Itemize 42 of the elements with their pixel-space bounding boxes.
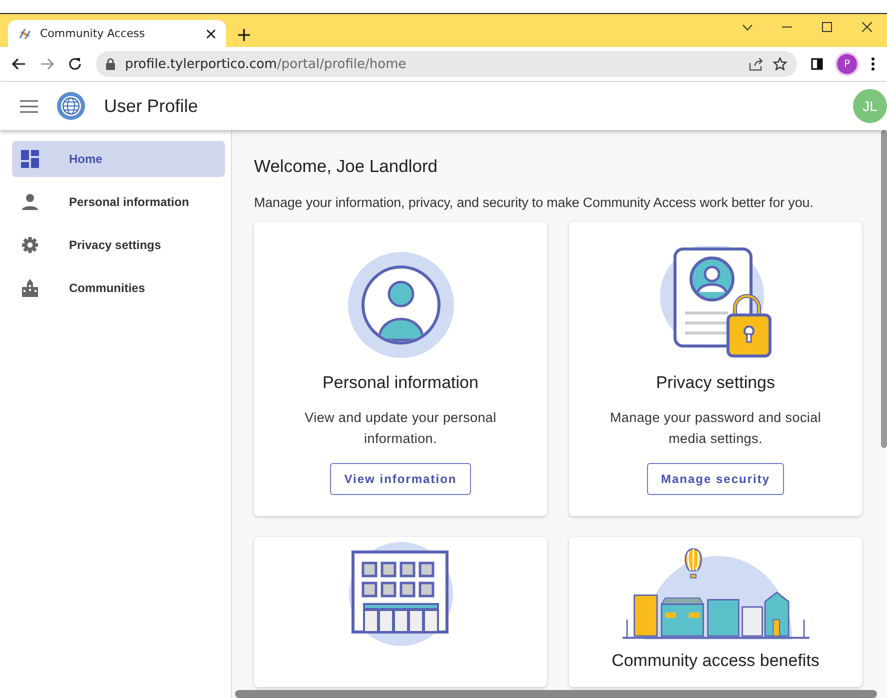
vertical-scrollbar[interactable]	[881, 130, 887, 448]
close-icon[interactable]	[862, 22, 872, 32]
lock-icon	[106, 58, 115, 70]
page-title: User Profile	[104, 96, 200, 116]
reload-icon[interactable]	[68, 57, 82, 71]
favicon-icon	[18, 26, 32, 40]
share-icon[interactable]	[749, 58, 763, 70]
back-arrow-icon[interactable]	[12, 58, 26, 70]
card-title: Privacy settings	[656, 373, 776, 393]
minimize-icon[interactable]	[782, 26, 792, 28]
plus-icon[interactable]	[238, 29, 250, 41]
dashboard-icon	[21, 150, 39, 168]
card-title: Community access benefits	[612, 651, 820, 671]
address-bar[interactable]: profile.tylerportico.com/portal/profile/home	[96, 51, 797, 77]
menu-icon[interactable]	[20, 100, 38, 112]
url-text: profile.tylerportico.com/portal/profile/home	[125, 56, 408, 72]
profile-avatar[interactable]: P	[837, 54, 857, 74]
welcome-heading: Welcome, Joe Landlord	[254, 156, 439, 177]
more-menu-icon[interactable]	[871, 57, 875, 71]
card-button[interactable]: View information	[330, 463, 471, 495]
city-icon	[21, 279, 39, 297]
card-title: Personal information	[322, 373, 478, 393]
tab-title: Community Access	[40, 27, 146, 40]
forward-arrow-icon[interactable]	[40, 58, 54, 70]
sidebar-item[interactable]: Personal information	[12, 184, 225, 220]
sidebar-item[interactable]: Home	[12, 141, 225, 177]
card-description: Manage your password and social media settings.	[608, 409, 822, 448]
sidebar-item[interactable]: Communities	[12, 270, 225, 306]
side-panel-icon[interactable]	[811, 58, 823, 70]
intro-text: Manage your information, privacy, and security to make Community Access work better for you.	[254, 195, 814, 210]
globe-logo-icon	[56, 91, 86, 121]
card-button[interactable]: Manage security	[646, 463, 784, 495]
chevron-down-icon[interactable]	[742, 24, 752, 30]
card-description: View and update your personal information.	[304, 409, 498, 448]
close-icon[interactable]	[206, 28, 216, 38]
gear-icon	[21, 236, 39, 254]
horizontal-scrollbar[interactable]	[235, 690, 877, 698]
sidebar-item[interactable]: Privacy settings	[12, 227, 225, 263]
person-icon	[21, 193, 39, 211]
maximize-icon[interactable]	[822, 22, 832, 32]
star-icon[interactable]	[773, 57, 787, 71]
browser-tab[interactable]: Community Access	[8, 20, 226, 47]
